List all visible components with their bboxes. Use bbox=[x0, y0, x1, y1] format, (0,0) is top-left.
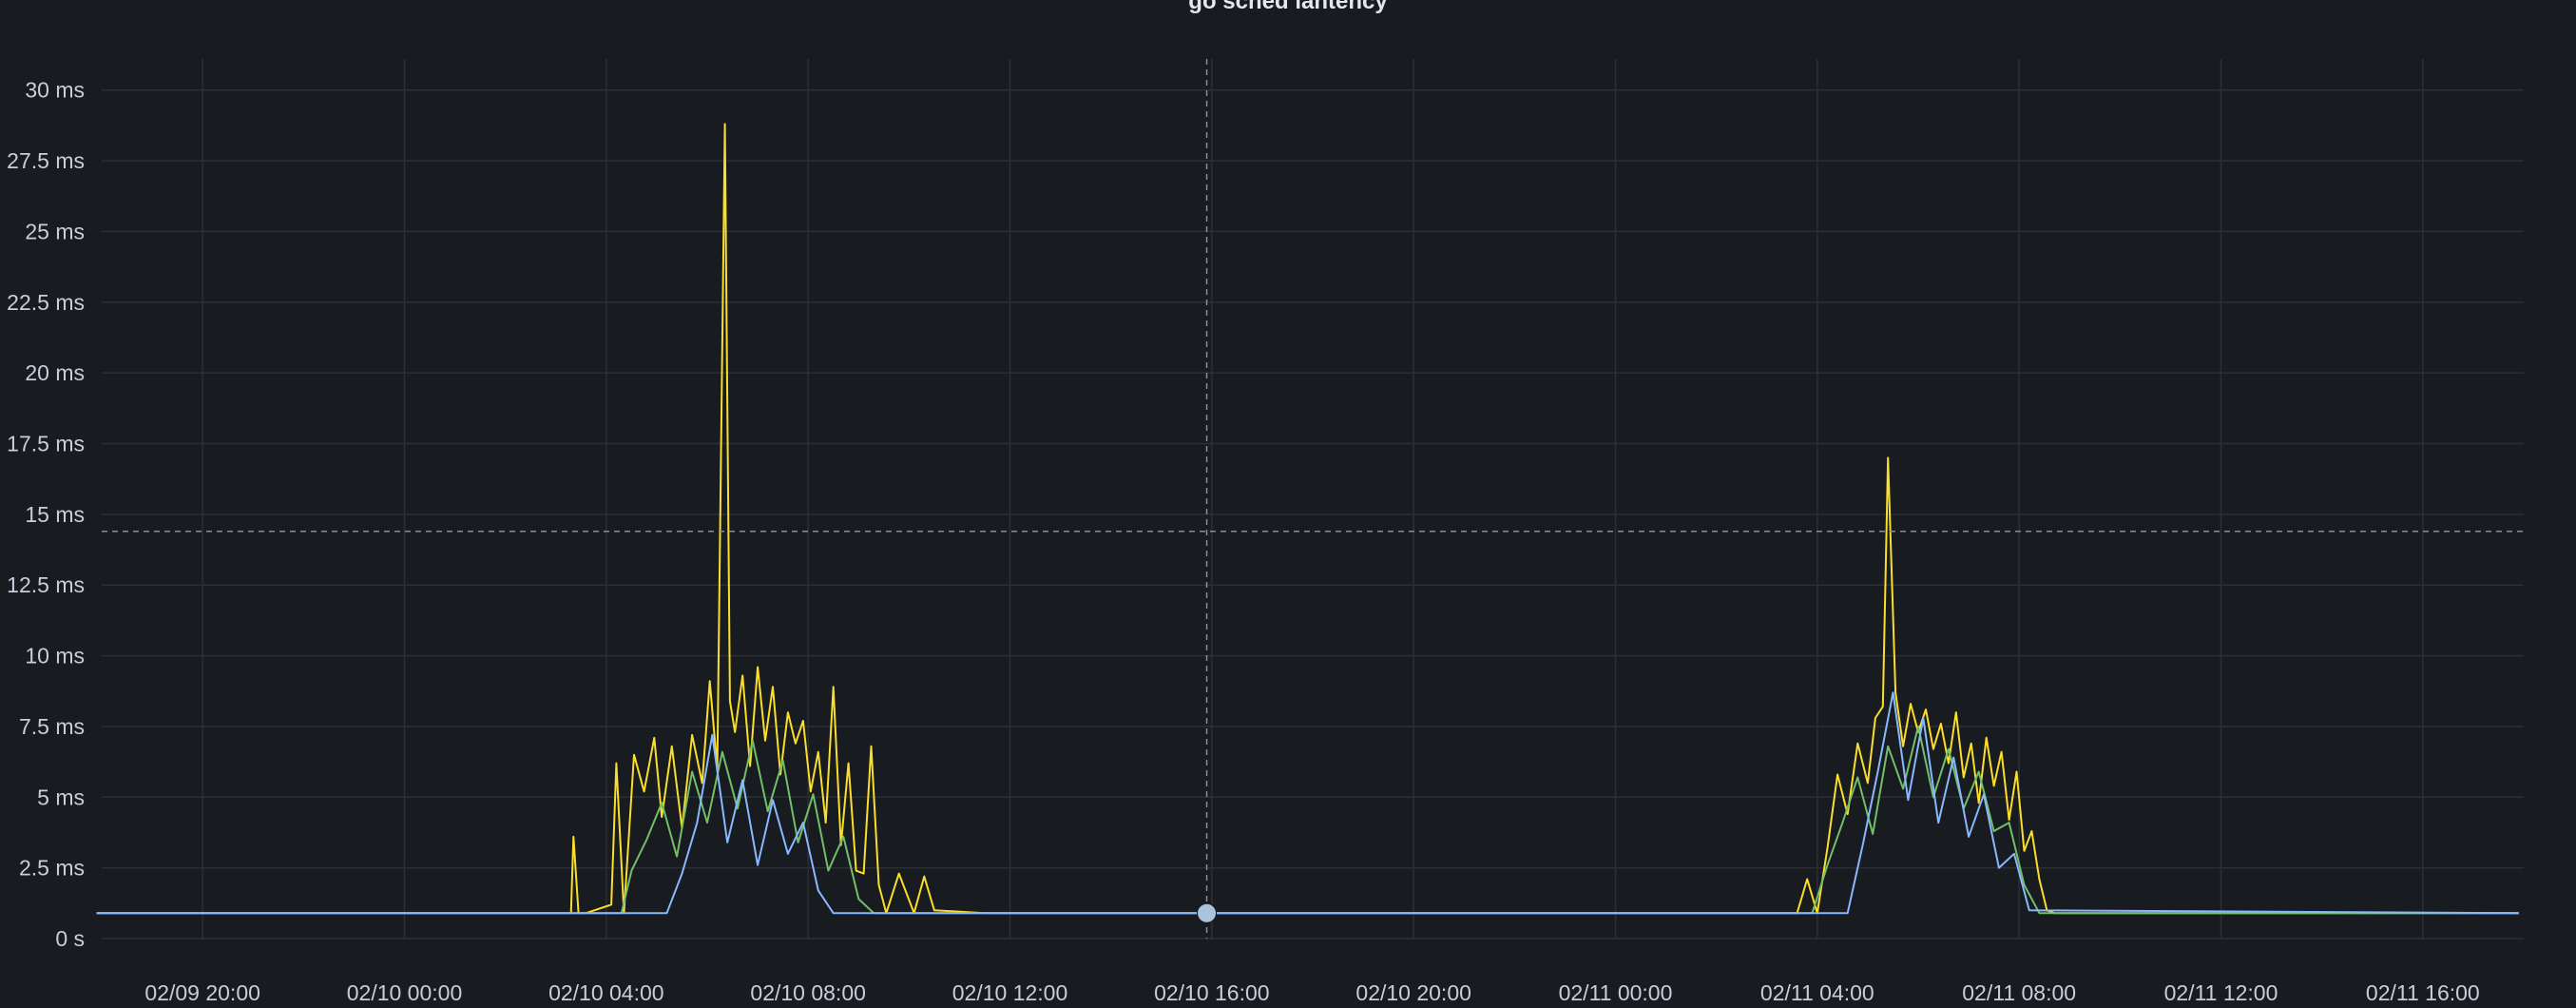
x-tick-label: 02/11 08:00 bbox=[1962, 980, 2076, 1005]
y-tick-label: 15 ms bbox=[25, 502, 85, 527]
x-tick-label: 02/11 12:00 bbox=[2164, 980, 2278, 1005]
y-tick-label: 12.5 ms bbox=[7, 572, 85, 597]
y-tick-label: 27.5 ms bbox=[7, 148, 85, 173]
y-tick-label: 17.5 ms bbox=[7, 432, 85, 456]
x-tick-label: 02/11 00:00 bbox=[1559, 980, 1673, 1005]
timeseries-panel: go sched lantency 0 s 2.5 ms 5 ms 7.5 ms 10 … bbox=[0, 0, 2576, 1008]
series-line-1 bbox=[96, 123, 2519, 915]
chart-canvas[interactable]: 0 s 2.5 ms 5 ms 7.5 ms 10 ms 12.5 ms 15 ms 17.5… bbox=[0, 0, 2576, 1008]
x-tick-label: 02/10 04:00 bbox=[548, 980, 664, 1005]
y-tick-label: 2.5 ms bbox=[19, 856, 85, 881]
x-tick-label: 02/09 20:00 bbox=[144, 980, 260, 1005]
hover-point-marker[interactable] bbox=[1197, 902, 1218, 923]
y-tick-label: 30 ms bbox=[25, 78, 85, 103]
x-tick-label: 02/10 00:00 bbox=[347, 980, 463, 1005]
x-tick-label: 02/11 16:00 bbox=[2366, 980, 2480, 1005]
y-tick-label: 20 ms bbox=[25, 360, 85, 385]
x-tick-label: 02/10 12:00 bbox=[952, 980, 1068, 1005]
x-tick-label: 02/10 08:00 bbox=[750, 980, 866, 1005]
x-tick-label: 02/10 16:00 bbox=[1154, 980, 1270, 1005]
series-line-3 bbox=[96, 691, 2519, 915]
y-tick-label: 22.5 ms bbox=[7, 290, 85, 315]
y-tick-label: 10 ms bbox=[25, 644, 85, 669]
series-line-2 bbox=[96, 725, 2519, 915]
y-tick-label: 5 ms bbox=[37, 785, 85, 809]
x-tick-label: 02/11 04:00 bbox=[1760, 980, 1874, 1005]
y-tick-label: 7.5 ms bbox=[19, 714, 85, 739]
y-tick-label: 25 ms bbox=[25, 219, 85, 243]
y-tick-label: 0 s bbox=[55, 926, 85, 951]
x-tick-label: 02/10 20:00 bbox=[1355, 980, 1471, 1005]
